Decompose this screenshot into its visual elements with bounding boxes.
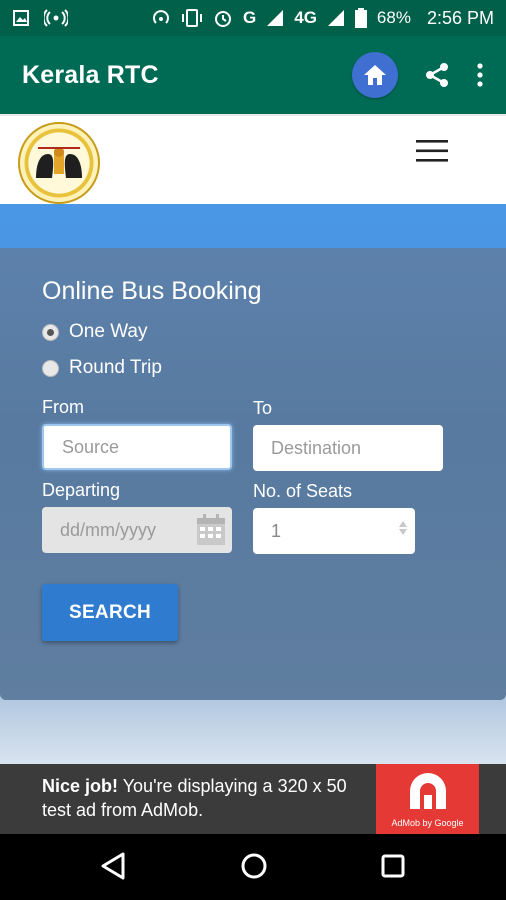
hotspot-icon	[153, 10, 169, 24]
image-icon	[13, 10, 29, 26]
radio-round-trip[interactable]: Round Trip	[42, 357, 162, 379]
seats-label: No. of Seats	[253, 481, 353, 501]
vibrate-icon	[182, 9, 202, 27]
seats-stepper[interactable]	[399, 521, 407, 535]
emblem-icon	[36, 147, 82, 178]
recents-icon[interactable]	[381, 854, 405, 878]
search-button[interactable]: SEARCH	[42, 584, 178, 641]
admob-caption: AdMob by Google	[391, 818, 464, 828]
main-content: Online Bus Booking One Way Round Trip Fr…	[0, 204, 506, 764]
hamburger-icon[interactable]	[416, 140, 448, 162]
booking-card: Online Bus Booking One Way Round Trip Fr…	[0, 248, 506, 700]
home-icon	[364, 65, 386, 85]
nav-bar	[0, 834, 506, 900]
signal-icon-2	[327, 10, 344, 26]
radio-one-way[interactable]: One Way	[42, 321, 148, 343]
more-vert-icon[interactable]	[476, 62, 484, 88]
ad-bold-text: Nice job!	[42, 776, 119, 796]
share-icon[interactable]	[424, 62, 450, 88]
departing-date-input[interactable]: dd/mm/yyyy	[42, 507, 232, 553]
departing-label: Departing	[42, 480, 121, 500]
battery-percent: 68%	[376, 8, 411, 27]
app-title: Kerala RTC	[22, 60, 159, 89]
radio-button[interactable]	[42, 359, 59, 377]
seats-input[interactable]: 1	[253, 508, 415, 554]
radio-label: Round Trip	[69, 357, 162, 378]
signal-icon	[267, 10, 284, 26]
kerala-rtc-logo[interactable]	[18, 122, 100, 204]
destination-placeholder: Destination	[271, 437, 362, 458]
ad-text: Nice job! You're displaying a 320 x 50 t…	[42, 774, 372, 822]
to-label: To	[253, 398, 273, 418]
network-type-4g: 4G	[294, 8, 317, 27]
home-button[interactable]	[352, 52, 398, 98]
home-circle-icon[interactable]	[240, 852, 268, 880]
admob-icon	[410, 773, 446, 809]
admob-logo[interactable]: AdMob by Google	[376, 764, 479, 834]
app-bar: Kerala RTC	[0, 36, 506, 114]
radio-label: One Way	[69, 321, 148, 342]
from-label: From	[42, 397, 84, 417]
battery-icon	[354, 8, 367, 28]
radio-icon	[44, 9, 68, 27]
form-title: Online Bus Booking	[42, 277, 262, 305]
ad-banner[interactable]: Nice job! You're displaying a 320 x 50 t…	[0, 764, 506, 834]
source-placeholder: Source	[62, 436, 120, 457]
seats-value: 1	[271, 520, 282, 541]
date-placeholder: dd/mm/yyyy	[60, 519, 157, 540]
source-input[interactable]: Source	[42, 424, 232, 470]
alarm-icon	[215, 11, 231, 27]
clock: 2:56 PM	[426, 7, 494, 28]
network-type-g: G	[243, 8, 257, 27]
calendar-icon[interactable]	[196, 514, 226, 546]
back-icon[interactable]	[100, 852, 126, 880]
radio-button-checked[interactable]	[42, 323, 59, 341]
destination-input[interactable]: Destination	[253, 425, 443, 471]
status-bar: G 4G 68% 2:56 PM	[0, 0, 506, 36]
